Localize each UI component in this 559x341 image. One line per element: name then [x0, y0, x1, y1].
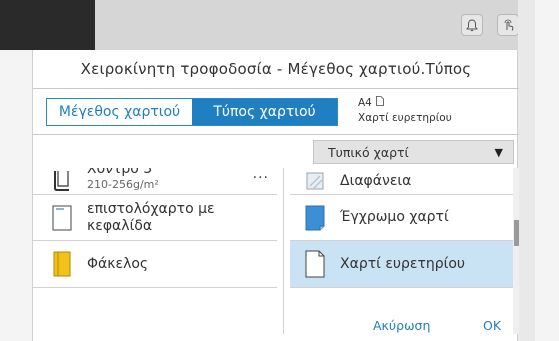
colored-paper-icon [300, 205, 330, 231]
paper-type-item-selected[interactable]: Χαρτί ευρετηρίου [290, 241, 519, 288]
bell-icon[interactable] [461, 14, 483, 36]
transparency-icon [300, 172, 330, 190]
paper-type-item[interactable]: Διαφάνεια [290, 168, 519, 195]
paper-type-item[interactable]: Φάκελος [33, 241, 277, 288]
ok-button[interactable]: OK [483, 318, 501, 333]
left-dark-panel [0, 0, 95, 50]
paper-weight-range: 210-256g/m² [87, 178, 159, 191]
dialog-title: Χειροκίνητη τροφοδοσία - Μέγεθος χαρτιού… [80, 60, 472, 78]
column-divider [283, 168, 284, 334]
index-paper-icon [300, 250, 330, 278]
dropdown-caret-icon: ▼ [494, 146, 503, 159]
envelope-icon [47, 251, 77, 277]
paper-type-label: Φάκελος [87, 255, 149, 272]
paper-tabs: Μέγεθος χαρτιού Τύπος χαρτιού [46, 98, 338, 126]
paper-type-label: Διαφάνεια [340, 172, 412, 189]
paper-type-label: Χοντρό 3 [87, 168, 153, 177]
paper-type-label: Χαρτί ευρετηρίου [340, 255, 466, 272]
more-options-icon[interactable]: ··· [253, 170, 269, 186]
list-scrollbar-track[interactable] [513, 168, 519, 334]
thick-paper-icon [47, 171, 77, 191]
summary-size: A4 [358, 97, 372, 109]
paper-type-list: Χοντρό 3 210-256g/m² ··· Διαφάνεια επιστ… [33, 168, 519, 334]
tab-paper-type[interactable]: Τύπος χαρτιού [192, 99, 337, 125]
header-divider [33, 134, 519, 135]
title-divider [33, 88, 519, 89]
status-bar [95, 0, 535, 50]
dropdown-value: Τυπικό χαρτί [328, 144, 409, 160]
paper-settings-dialog: Χειροκίνητη τροφοδοσία - Μέγεθος χαρτιού… [32, 50, 519, 341]
paper-type-label: Έγχρωμο χαρτί [340, 209, 449, 225]
letterhead-icon [47, 205, 77, 231]
paper-type-item[interactable]: επιστολόχαρτο με κεφαλίδα [33, 195, 277, 241]
paper-category-dropdown[interactable]: Τυπικό χαρτί ▼ [313, 140, 514, 164]
paper-type-label: επιστολόχαρτο με κεφαλίδα [87, 200, 215, 234]
right-edge-panel [518, 0, 535, 341]
paper-type-item[interactable]: Έγχρωμο χαρτί [290, 195, 519, 241]
paper-type-item[interactable]: Χοντρό 3 210-256g/m² ··· [33, 168, 277, 195]
summary-type: Χαρτί ευρετηρίου [358, 112, 452, 124]
cancel-button[interactable]: Ακύρωση [373, 318, 430, 333]
tab-paper-size[interactable]: Μέγεθος χαρτιού [47, 99, 192, 125]
current-selection-summary: A4 Χαρτί ευρετηρίου [358, 96, 452, 126]
portrait-page-icon [375, 96, 384, 111]
list-scrollbar-thumb[interactable] [514, 220, 519, 246]
touch-icon[interactable] [497, 14, 519, 36]
